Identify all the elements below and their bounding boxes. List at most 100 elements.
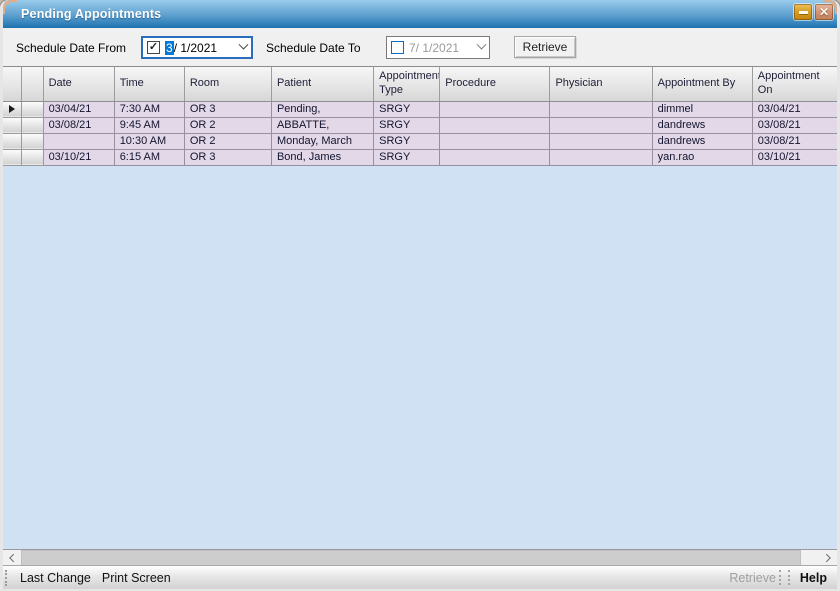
close-button[interactable]: ✕ [815, 4, 833, 20]
filter-toolbar: Schedule Date From ✓ 3/ 1/2021 Schedule … [3, 28, 837, 66]
column-header-appointment-by[interactable]: Appointment By [652, 67, 752, 101]
to-date-checkbox[interactable] [391, 41, 404, 54]
header-row: Date Time Room Patient Appointment Type … [3, 67, 837, 101]
cell-procedure[interactable] [440, 149, 550, 165]
cell-room[interactable]: OR 2 [184, 133, 271, 149]
chevron-down-icon[interactable] [477, 40, 487, 50]
row-indicator-cell[interactable] [21, 133, 43, 149]
cell-appointment-on[interactable]: 03/08/21 [752, 133, 837, 149]
cell-physician[interactable] [550, 133, 652, 149]
row-selector-cell[interactable] [3, 149, 21, 165]
statusbar-grip [5, 570, 9, 586]
cell-patient[interactable]: ABBATTE, [271, 117, 373, 133]
scroll-left-button[interactable] [3, 550, 21, 566]
cell-patient[interactable]: Monday, March [271, 133, 373, 149]
cell-appointment-on[interactable]: 03/10/21 [752, 149, 837, 165]
schedule-date-to-label: Schedule Date To [266, 41, 361, 55]
current-row-arrow-icon [9, 105, 15, 113]
title-bar: Pending Appointments ✕ [3, 0, 837, 28]
to-date-value: 7/ 1/2021 [409, 41, 459, 55]
cell-date[interactable]: 03/04/21 [43, 101, 114, 117]
cell-patient[interactable]: Bond, James [271, 149, 373, 165]
scrollbar-thumb[interactable] [21, 550, 801, 566]
checkmark-icon: ✓ [149, 42, 158, 53]
cell-room[interactable]: OR 3 [184, 101, 271, 117]
window-title: Pending Appointments [21, 7, 161, 21]
schedule-date-to-picker[interactable]: 7/ 1/2021 [386, 36, 490, 59]
help-button[interactable]: Help [800, 571, 827, 585]
statusbar-right-group: Retrieve Help [718, 570, 837, 585]
cell-physician[interactable] [550, 101, 652, 117]
cell-patient[interactable]: Pending, [271, 101, 373, 117]
separator [788, 570, 791, 585]
column-header-date[interactable]: Date [43, 67, 114, 101]
schedule-date-from-label: Schedule Date From [16, 41, 126, 55]
scroll-right-button[interactable] [819, 550, 837, 566]
pending-appointments-window: Pending Appointments ✕ Schedule Date Fro… [0, 0, 840, 591]
column-header-patient[interactable]: Patient [271, 67, 373, 101]
row-selector-cell[interactable] [3, 133, 21, 149]
appointments-grid: Date Time Room Patient Appointment Type … [3, 66, 837, 567]
column-header-physician[interactable]: Physician [550, 67, 652, 101]
column-header-appointment-on[interactable]: Appointment On [752, 67, 837, 101]
cell-appointment-type[interactable]: SRGY [374, 133, 440, 149]
cell-date[interactable]: 03/08/21 [43, 117, 114, 133]
close-icon: ✕ [819, 6, 829, 18]
row-selector-cell[interactable] [3, 117, 21, 133]
cell-room[interactable]: OR 2 [184, 117, 271, 133]
cell-appointment-by[interactable]: dimmel [652, 101, 752, 117]
cell-time[interactable]: 9:45 AM [114, 117, 184, 133]
cell-date[interactable]: 03/10/21 [43, 149, 114, 165]
row-selector-header [3, 67, 21, 101]
cell-physician[interactable] [550, 149, 652, 165]
appointments-table: Date Time Room Patient Appointment Type … [3, 67, 837, 166]
cell-procedure[interactable] [440, 101, 550, 117]
table-row[interactable]: 10:30 AM OR 2 Monday, March SRGY dandrew… [3, 133, 837, 149]
column-header-time[interactable]: Time [114, 67, 184, 101]
cell-appointment-type[interactable]: SRGY [374, 101, 440, 117]
cell-appointment-by[interactable]: dandrews [652, 133, 752, 149]
retrieve-button[interactable]: Retrieve [514, 36, 576, 58]
indicator-header [21, 67, 43, 101]
chevron-down-icon[interactable] [239, 40, 249, 50]
last-change-button[interactable]: Last Change [20, 571, 91, 585]
cell-time[interactable]: 6:15 AM [114, 149, 184, 165]
cell-procedure[interactable] [440, 133, 550, 149]
cell-time[interactable]: 7:30 AM [114, 101, 184, 117]
cell-appointment-on[interactable]: 03/04/21 [752, 101, 837, 117]
from-date-rest-segment: / 1/2021 [174, 41, 217, 55]
minimize-button[interactable] [794, 4, 812, 20]
column-header-room[interactable]: Room [184, 67, 271, 101]
horizontal-scrollbar[interactable] [3, 549, 837, 566]
row-indicator-cell[interactable] [21, 101, 43, 117]
print-screen-button[interactable]: Print Screen [102, 571, 171, 585]
status-bar: Last Change Print Screen Retrieve Help [3, 565, 837, 589]
cell-room[interactable]: OR 3 [184, 149, 271, 165]
table-row[interactable]: 03/08/21 9:45 AM OR 2 ABBATTE, SRGY dand… [3, 117, 837, 133]
cell-date[interactable] [43, 133, 114, 149]
window-controls: ✕ [794, 4, 833, 20]
column-header-procedure[interactable]: Procedure [440, 67, 550, 101]
cell-appointment-type[interactable]: SRGY [374, 117, 440, 133]
row-indicator-cell[interactable] [21, 149, 43, 165]
cell-appointment-by[interactable]: yan.rao [652, 149, 752, 165]
cell-time[interactable]: 10:30 AM [114, 133, 184, 149]
row-indicator-cell[interactable] [21, 117, 43, 133]
from-date-checkbox[interactable]: ✓ [147, 41, 160, 54]
cell-appointment-type[interactable]: SRGY [374, 149, 440, 165]
chevron-right-icon [822, 554, 830, 562]
table-row[interactable]: 03/04/21 7:30 AM OR 3 Pending, SRGY dimm… [3, 101, 837, 117]
schedule-date-from-picker[interactable]: ✓ 3/ 1/2021 [141, 36, 253, 59]
row-selector-cell[interactable] [3, 101, 21, 117]
table-row[interactable]: 03/10/21 6:15 AM OR 3 Bond, James SRGY y… [3, 149, 837, 165]
chevron-left-icon [9, 554, 17, 562]
cell-appointment-on[interactable]: 03/08/21 [752, 117, 837, 133]
retrieve-status-button[interactable]: Retrieve [729, 571, 776, 585]
column-header-appointment-type[interactable]: Appointment Type [374, 67, 440, 101]
cell-procedure[interactable] [440, 117, 550, 133]
minimize-icon [799, 11, 808, 14]
cell-appointment-by[interactable]: dandrews [652, 117, 752, 133]
from-date-selected-segment: 3 [165, 41, 174, 55]
cell-physician[interactable] [550, 117, 652, 133]
scrollbar-track[interactable] [801, 550, 819, 566]
